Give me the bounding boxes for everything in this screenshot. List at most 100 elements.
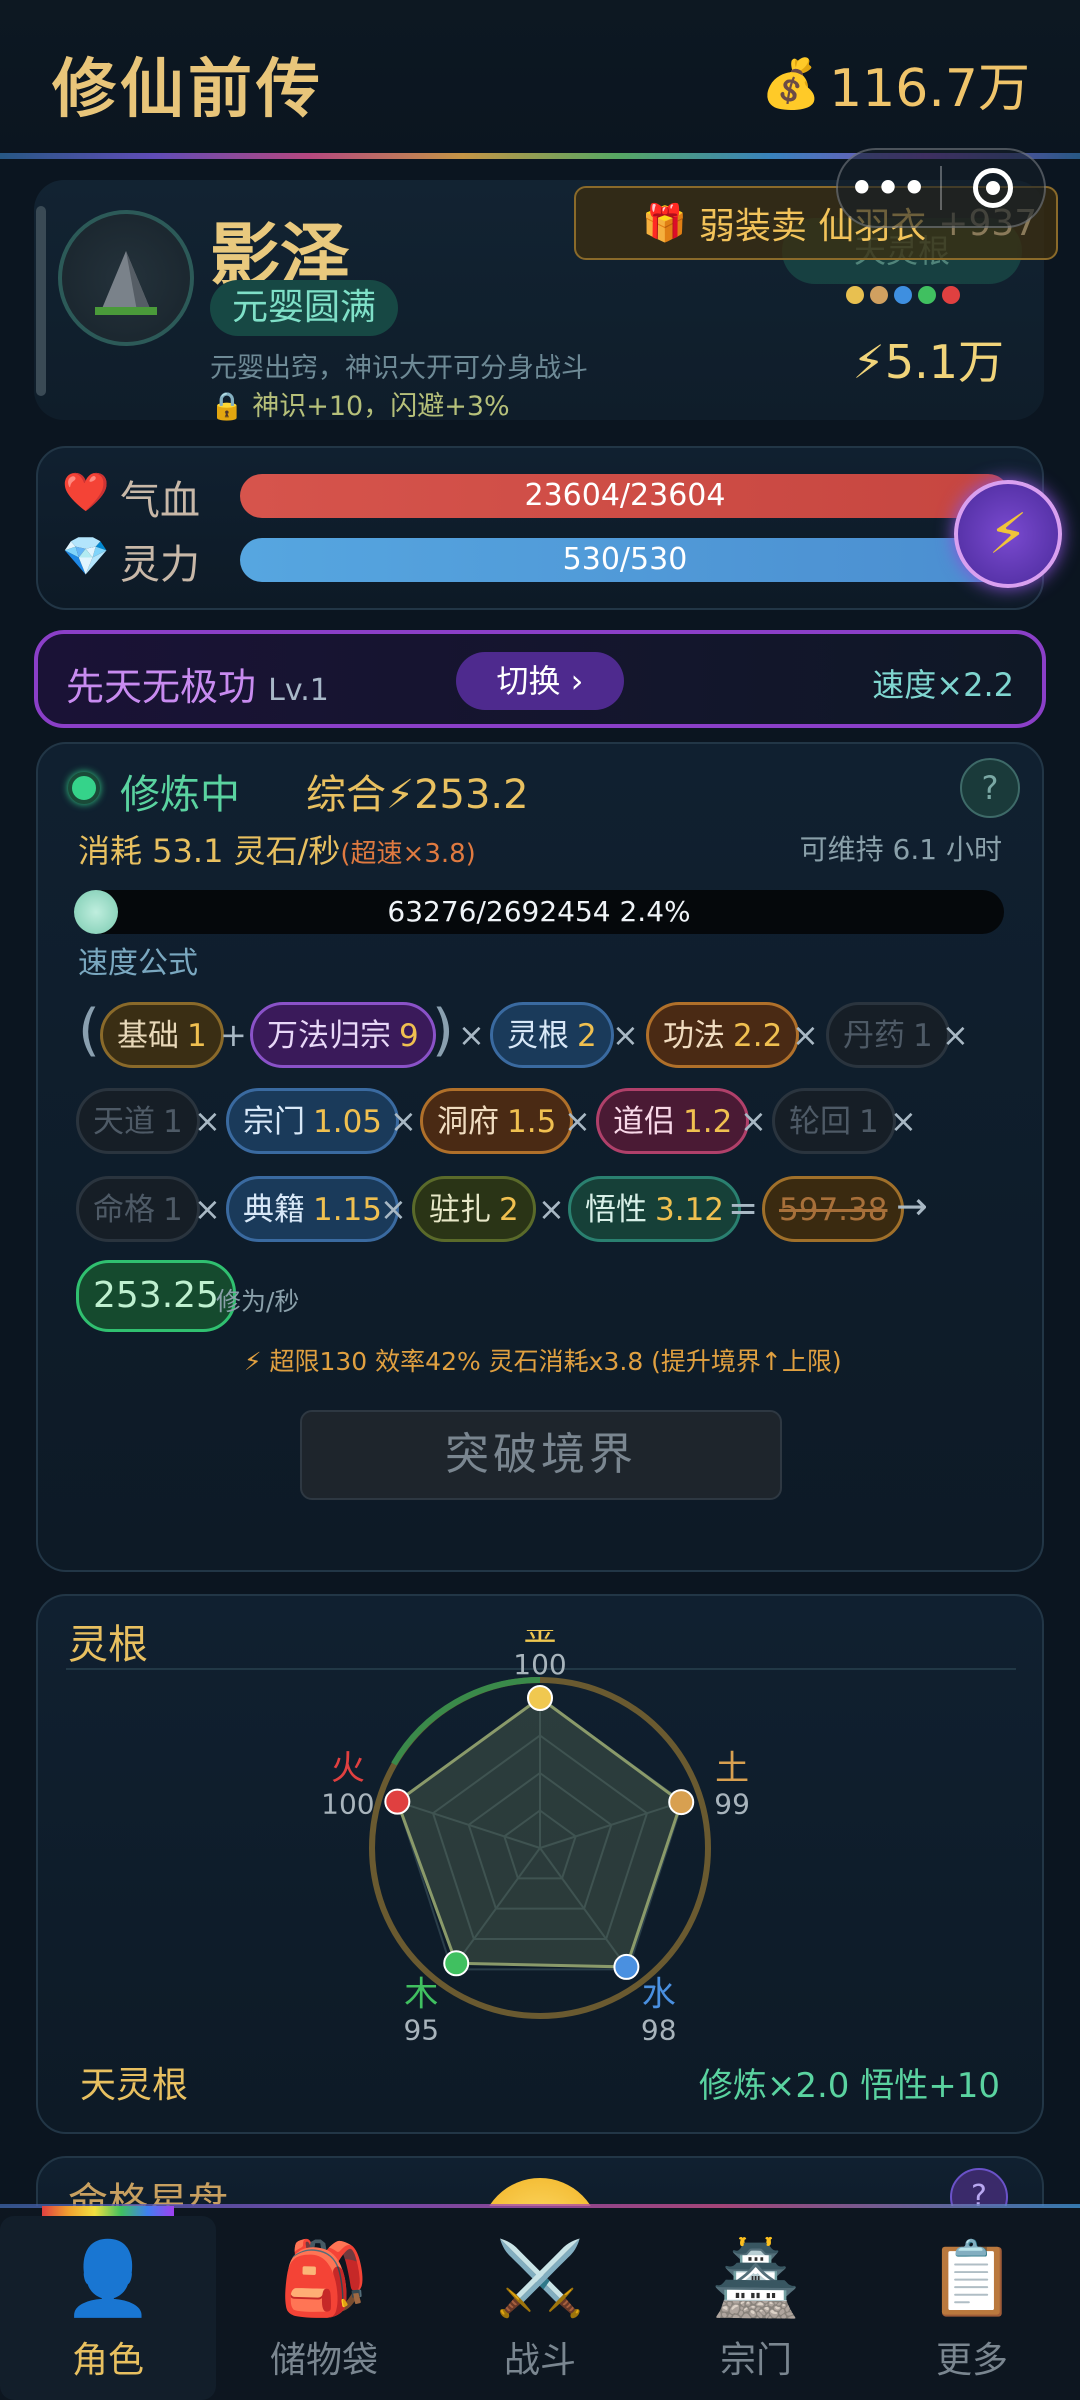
factor-value: 1.15	[313, 1192, 383, 1228]
nav-tab-battle[interactable]: ⚔️ 战斗	[432, 2216, 648, 2400]
consume-text: 消耗 53.1 灵石/秒	[78, 832, 341, 870]
nav-tab-bag[interactable]: 🎒 储物袋	[216, 2216, 432, 2400]
element-dot	[870, 286, 888, 304]
times-op: ×	[390, 1102, 417, 1140]
factor-linggen: 灵根 2	[490, 1002, 614, 1068]
times-op: ×	[194, 1102, 221, 1140]
cultivation-status: 修炼中	[120, 772, 240, 818]
factor-dongfu: 洞府 1.5	[420, 1088, 574, 1154]
more-menu-button[interactable]: •••	[838, 166, 940, 210]
factor-dianji: 典籍 1.15	[226, 1176, 400, 1242]
times-op: ×	[380, 1190, 407, 1228]
nav-tab-more[interactable]: 📋 更多	[864, 2216, 1080, 2400]
factor-value: 2	[577, 1018, 597, 1054]
realm-bonus-text: 神识+10，闪避+3%	[252, 391, 510, 422]
technique-name: 先天无极功 Lv.1	[66, 656, 329, 711]
radar-point-土	[668, 1789, 695, 1816]
factor-base: 基础 1	[100, 1002, 224, 1068]
backpack-icon: 🎒	[279, 2236, 369, 2320]
factor-label: 轮回	[789, 1104, 851, 1140]
avatar[interactable]	[58, 210, 194, 346]
gift-icon: 🎁	[642, 203, 687, 244]
radar-point-木	[443, 1950, 470, 1977]
element-dots	[846, 286, 960, 304]
radar-label-火: 火	[331, 1749, 365, 1789]
cultivation-total: 综合⚡253.2	[306, 772, 529, 818]
factor-label: 宗门	[243, 1104, 305, 1140]
factor-label: 道侣	[613, 1104, 675, 1140]
hp-label: 气血	[120, 478, 200, 524]
nav-label: 宗门	[719, 2340, 792, 2381]
factor-label: 命格	[93, 1192, 155, 1228]
factor-mingge: 命格 1	[76, 1176, 200, 1242]
radar-point-金	[527, 1685, 553, 1711]
radar-value-木: 95	[403, 2013, 439, 2046]
radar-value-土: 99	[714, 1788, 750, 1821]
money-amount: 116.7万	[829, 59, 1030, 119]
diamond-icon: 💎	[62, 534, 110, 578]
factor-lunhui: 轮回 1	[772, 1088, 896, 1154]
factor-label: 万法归宗	[267, 1018, 391, 1054]
factor-wanfa: 万法归宗 9	[250, 1002, 436, 1068]
radar-label-金: 金	[523, 1630, 557, 1649]
money-bag-icon: 💰	[761, 56, 822, 112]
factor-zongmen: 宗门 1.05	[226, 1088, 400, 1154]
spirit-stone-consumption: 消耗 53.1 灵石/秒(超速×3.8)	[78, 826, 476, 872]
radar-value-金: 100	[513, 1648, 566, 1681]
times-op: ×	[194, 1190, 221, 1228]
times-op: ×	[740, 1102, 767, 1140]
realm-bonus: 🔒 神识+10，闪避+3%	[210, 384, 510, 423]
factor-label: 丹药	[843, 1018, 905, 1054]
radar-value-水: 98	[641, 2013, 677, 2046]
nav-label: 角色	[71, 2340, 144, 2381]
times-op: ×	[458, 1016, 485, 1054]
element-dot	[942, 286, 960, 304]
factor-value: 1.2	[683, 1104, 733, 1140]
nav-tab-role[interactable]: 👤 角色	[0, 2216, 216, 2400]
factor-label: 灵根	[507, 1018, 569, 1054]
mp-label: 灵力	[120, 542, 200, 588]
realm-badge: 元婴圆满	[210, 280, 399, 336]
nav-label: 战斗	[503, 2340, 576, 2381]
radar-label-土: 土	[715, 1749, 749, 1789]
switch-technique-button[interactable]: 切换 ›	[456, 652, 624, 710]
factor-value: 1	[163, 1192, 183, 1228]
help-button[interactable]: ?	[960, 758, 1020, 818]
cultivation-progress: 63276/2692454 2.4%	[74, 890, 1004, 934]
equals-op: =	[728, 1188, 759, 1229]
plus-op: +	[220, 1016, 247, 1054]
times-op: ×	[792, 1016, 819, 1054]
nav-tab-sect[interactable]: 🏯 宗门	[648, 2216, 864, 2400]
quick-action-bolt-button[interactable]: ⚡	[954, 480, 1062, 588]
breakthrough-button[interactable]: 突破境界	[300, 1410, 782, 1500]
factor-value: 1.5	[507, 1104, 557, 1140]
factor-label: 悟性	[585, 1192, 647, 1228]
target-icon	[972, 168, 1013, 208]
mountain-icon	[95, 251, 157, 315]
limit-note: ⚡ 超限130 效率42% 灵石消耗x3.8 (提升境界↑上限)	[244, 1347, 842, 1376]
times-op: ×	[612, 1016, 639, 1054]
close-miniprogram-button[interactable]	[942, 168, 1044, 208]
card-accent-bar	[36, 206, 46, 396]
factor-value: 1	[859, 1104, 879, 1140]
factor-wuxing: 悟性 3.12	[568, 1176, 742, 1242]
factor-value: 2	[499, 1192, 519, 1228]
swords-icon: ⚔️	[495, 2236, 585, 2320]
factor-value: 2.2	[733, 1018, 783, 1054]
factor-value: 1.05	[313, 1104, 383, 1140]
result-unit: 修为/秒	[216, 1287, 300, 1316]
combat-power-value: 5.1万	[884, 335, 1004, 389]
final-result: 253.25	[76, 1260, 236, 1332]
clipboard-icon: 📋	[927, 2236, 1017, 2320]
factor-label: 基础	[117, 1018, 179, 1054]
factor-value: 3.12	[655, 1192, 725, 1228]
factor-value: 9	[399, 1018, 419, 1054]
spirit-root-radar-chart: 金100土99水98木95火100	[321, 1630, 750, 2046]
combat-power: ⚡5.1万	[853, 326, 1004, 392]
factor-value: 1	[187, 1018, 207, 1054]
factor-tiandao: 天道 1	[76, 1088, 200, 1154]
radar-point-火	[384, 1788, 411, 1815]
times-op: ×	[890, 1102, 917, 1140]
element-dot	[918, 286, 936, 304]
lightning-icon: ⚡	[988, 501, 1028, 567]
